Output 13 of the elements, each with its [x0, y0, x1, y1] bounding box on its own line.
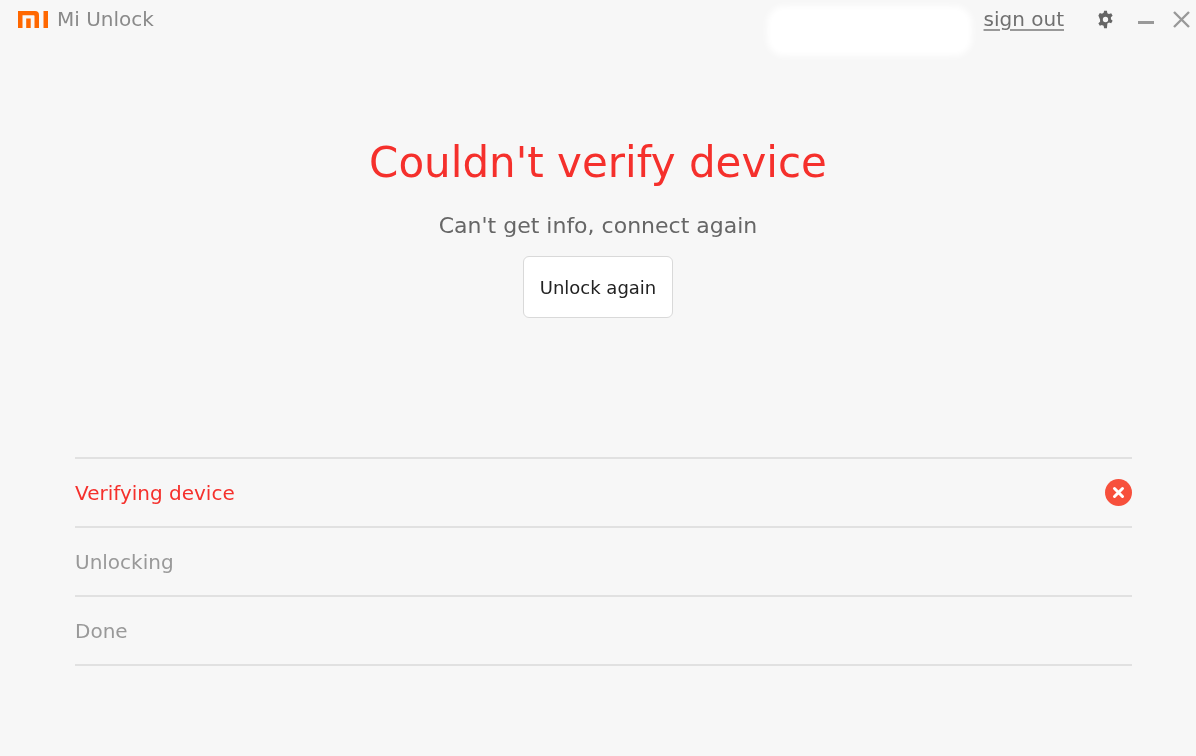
sign-out-link[interactable]: sign out [983, 6, 1064, 32]
step-label: Done [75, 617, 128, 644]
unlock-again-button[interactable]: Unlock again [523, 256, 673, 318]
step-label: Unlocking [75, 548, 174, 575]
minimize-icon[interactable] [1138, 20, 1154, 24]
logo-icon [18, 10, 48, 28]
window-title: Mi Unlock [57, 6, 154, 32]
error-heading: Couldn't verify device [369, 137, 827, 189]
close-icon[interactable] [1173, 10, 1190, 28]
error-icon [1105, 479, 1132, 506]
settings-icon[interactable] [1096, 9, 1115, 29]
error-detail: Can't get info, connect again [438, 212, 758, 240]
step-label: Verifying device [75, 479, 235, 506]
